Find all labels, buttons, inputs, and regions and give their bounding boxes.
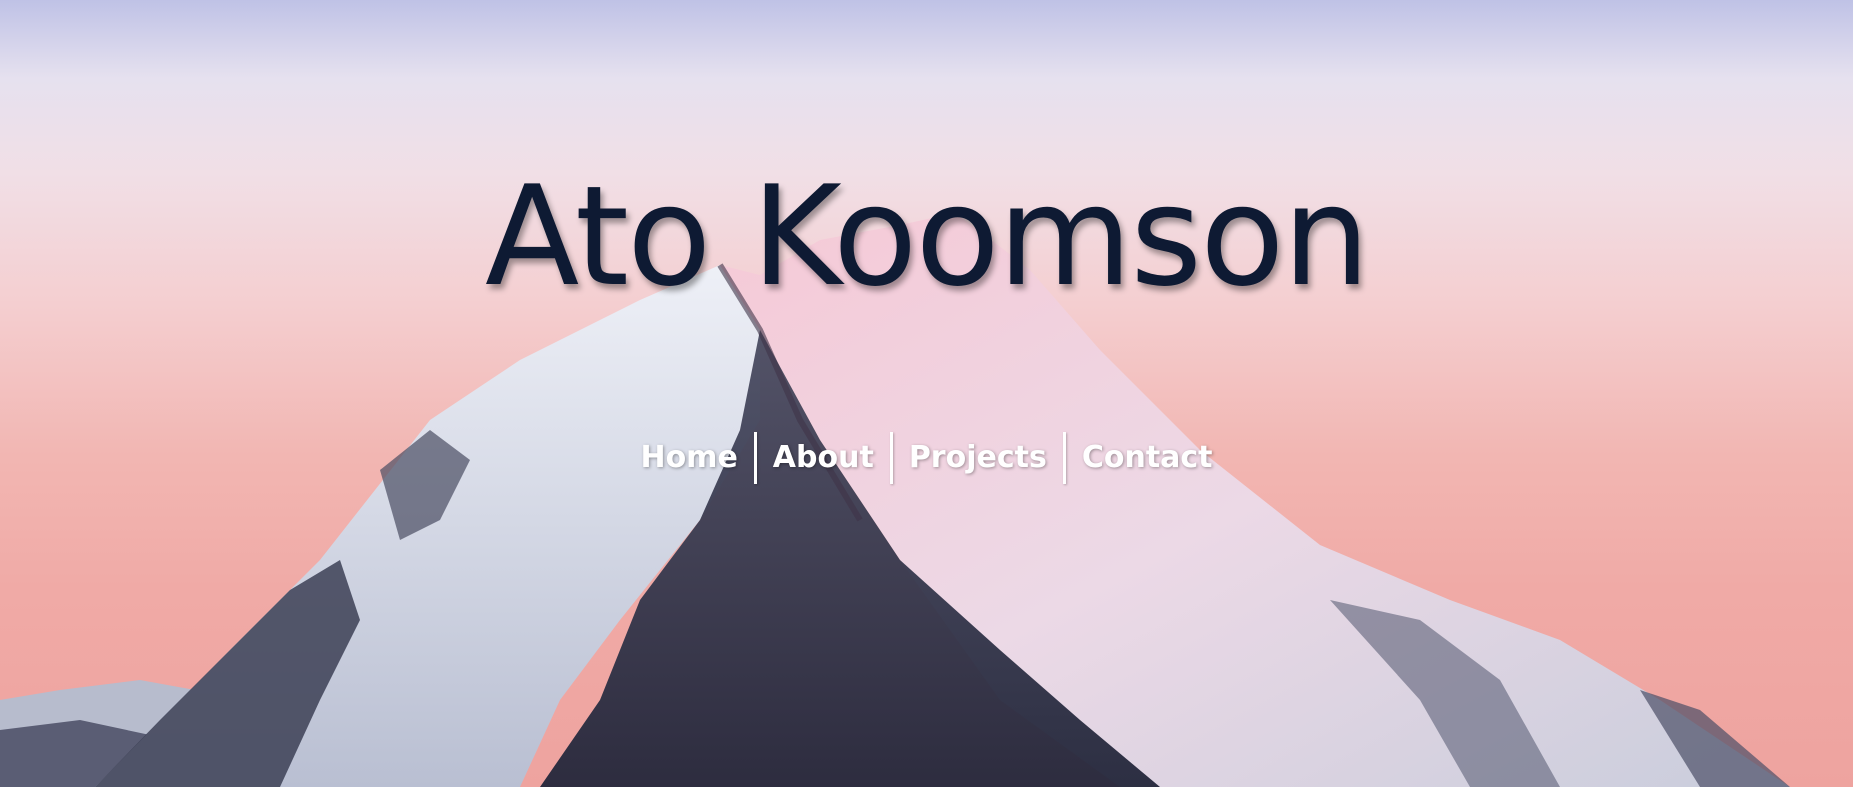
site-title: Ato Koomson xyxy=(484,156,1370,317)
nav-link-projects[interactable]: Projects xyxy=(893,432,1063,484)
nav-link-contact[interactable]: Contact xyxy=(1066,432,1229,484)
mountain-background-image xyxy=(0,213,1790,787)
nav-link-about[interactable]: About xyxy=(757,432,890,484)
main-navigation: Home About Projects Contact xyxy=(0,432,1853,484)
hero-section: Ato Koomson Home About Projects Contact xyxy=(0,0,1853,787)
nav-link-home[interactable]: Home xyxy=(624,432,753,484)
